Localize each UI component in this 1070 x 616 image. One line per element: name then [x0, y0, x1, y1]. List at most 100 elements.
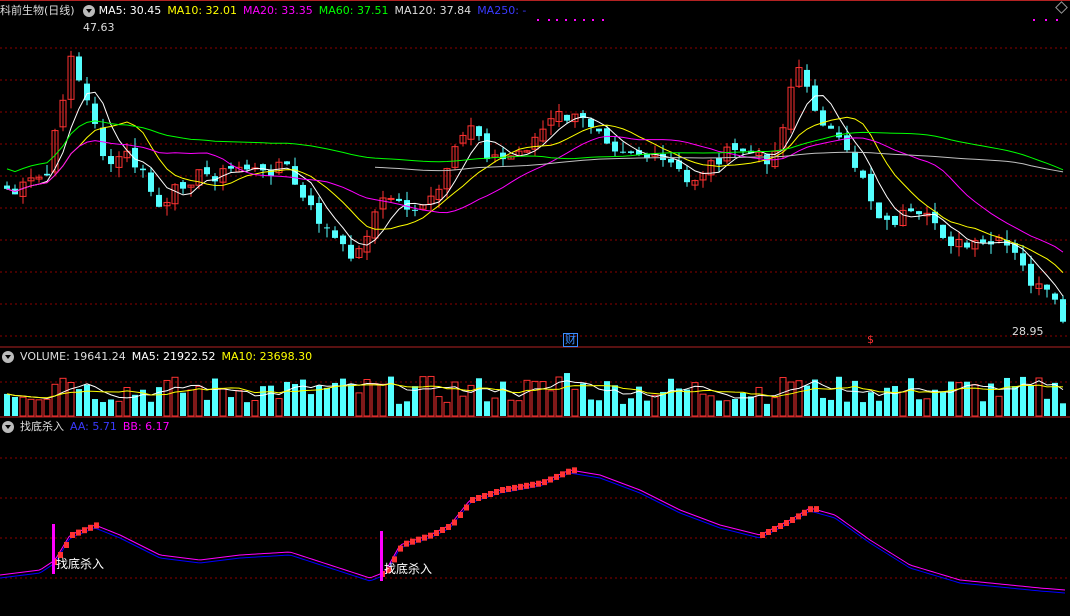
ma10-value: MA10: 32.01	[167, 4, 238, 17]
volume-bar	[35, 399, 43, 417]
high-price-label: 47.63	[83, 21, 115, 34]
indicator-rising-block	[808, 506, 813, 513]
indicator-bb-value: BB: 6.17	[122, 420, 170, 433]
volume-bar	[828, 399, 834, 416]
indicator-rising-block	[488, 491, 493, 497]
volume-bar	[187, 389, 195, 417]
low-price-label: 28.95	[1012, 325, 1044, 338]
candle-body	[300, 184, 306, 198]
volume-bar	[531, 380, 539, 417]
candle-body	[668, 158, 674, 163]
indicator-rising-block	[64, 542, 69, 548]
candle-body	[348, 244, 354, 259]
volume-bar	[691, 382, 699, 417]
volume-bar	[219, 388, 227, 417]
candle-body	[588, 118, 594, 127]
indicator-rising-block	[482, 493, 487, 499]
indicator-rising-block	[772, 526, 777, 532]
candle-body	[156, 194, 162, 207]
candle-body	[228, 166, 234, 169]
volume-bar	[1035, 377, 1043, 417]
volume-bar	[148, 401, 154, 416]
finance-event-marker[interactable]: 财	[563, 333, 578, 347]
indicator-rising-block	[518, 483, 523, 490]
volume-ma10-value: MA10: 23698.30	[221, 350, 313, 363]
volume-bar	[547, 390, 555, 417]
volume-bar	[260, 386, 266, 416]
candle-body	[204, 167, 210, 175]
volume-bar	[748, 396, 754, 416]
marker-dot	[556, 19, 558, 21]
indicator-lines	[0, 467, 1066, 594]
indicator-rising-block	[470, 497, 475, 503]
volume-bar	[500, 381, 506, 416]
indicator-rising-block	[814, 506, 819, 513]
volume-bar	[459, 395, 467, 417]
signal-label-2: 找底杀入	[384, 562, 433, 576]
candle-body	[387, 197, 395, 200]
indicator-aa-line	[0, 472, 1066, 594]
volume-header: VOLUME: 19641.24 MA5: 21922.52 MA10: 236…	[0, 348, 318, 365]
volume-bar	[795, 380, 803, 417]
volume-bar	[515, 400, 523, 417]
volume-bar	[67, 381, 75, 417]
candle-body	[1028, 263, 1034, 286]
dropdown-toggle-icon[interactable]	[82, 4, 95, 17]
candle-body	[308, 195, 314, 206]
volume-bar	[699, 393, 707, 417]
volume-bar	[988, 383, 994, 416]
volume-bar	[899, 391, 907, 417]
dividend-event-marker[interactable]: $	[867, 333, 874, 346]
volume-bar	[940, 392, 946, 416]
volume-bar	[19, 396, 27, 417]
candle-body	[1060, 299, 1066, 322]
candle-body	[916, 211, 922, 215]
volume-bar	[876, 400, 882, 416]
candle-body	[660, 153, 666, 161]
volume-bar	[204, 399, 210, 416]
volume-bar	[59, 377, 67, 417]
volume-dropdown-icon[interactable]	[2, 350, 14, 363]
candle-body	[140, 168, 146, 171]
ma5-value: MA5: 30.45	[98, 4, 162, 17]
indicator-name: 找底杀入	[20, 420, 64, 433]
volume-bar	[596, 400, 602, 416]
candle-body	[852, 151, 858, 168]
volume-bar	[404, 401, 410, 416]
candle-body	[596, 128, 602, 132]
volume-bar	[684, 389, 690, 416]
price-header: 科前生物(日线) MA5: 30.45 MA10: 32.01 MA20: 33…	[0, 2, 532, 19]
marker-dot	[602, 19, 604, 21]
volume-bar	[100, 402, 106, 416]
volume-bar	[995, 395, 1003, 417]
marker-dot	[583, 19, 585, 21]
indicator-rising-block	[434, 530, 439, 536]
indicator-rising-block	[76, 529, 81, 536]
volume-bar	[195, 385, 203, 417]
marker-dot	[1045, 19, 1047, 21]
candle-body	[940, 224, 946, 238]
ma60-value: MA60: 37.51	[318, 4, 389, 17]
indicator-rising-block	[530, 481, 535, 488]
volume-bar	[604, 381, 610, 416]
volume-bar	[275, 398, 283, 417]
indicator-dropdown-icon[interactable]	[2, 420, 14, 433]
volume-bar	[228, 397, 234, 416]
indicator-rising-block	[524, 482, 529, 489]
volume-bar	[628, 398, 634, 416]
candle-body	[948, 236, 954, 247]
marker-dot	[574, 19, 576, 21]
kline-chart-canvas[interactable]	[0, 0, 1070, 616]
indicator-rising-block	[536, 480, 541, 487]
candle-body	[1020, 253, 1026, 266]
indicator-aa-value: AA: 5.71	[70, 420, 117, 433]
indicator-header: 找底杀入 AA: 5.71 BB: 6.17	[0, 418, 176, 435]
volume-bar	[764, 403, 770, 416]
ma120-value: MA120: 37.84	[394, 4, 472, 17]
indicator-rising-block	[82, 527, 87, 534]
volume-bar	[332, 382, 338, 416]
volume-bar	[740, 392, 746, 416]
candle-body	[484, 133, 490, 160]
volume-bar	[555, 376, 563, 417]
volume-bar	[435, 396, 443, 417]
